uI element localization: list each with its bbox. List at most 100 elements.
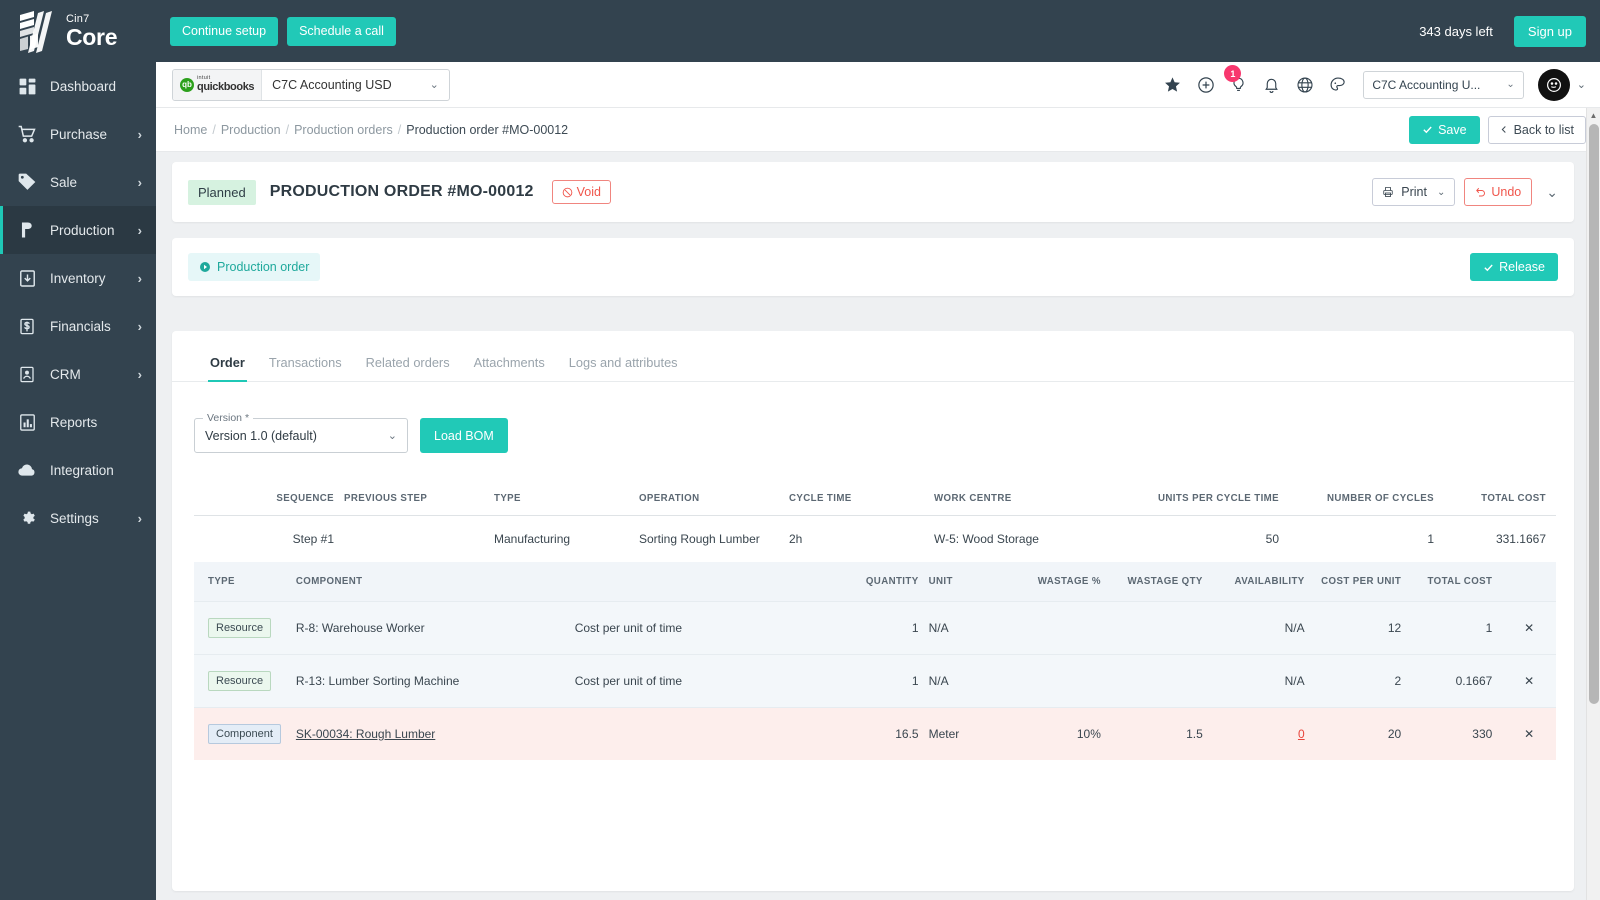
steps-table: SEQUENCE PREVIOUS STEP TYPE OPERATION CYCLE … <box>194 465 1556 562</box>
print-button-label: Print <box>1401 185 1427 199</box>
breadcrumb-link[interactable]: Production <box>221 123 281 137</box>
component-type-cell: Resource <box>194 654 296 708</box>
more-actions-chevron-down-icon[interactable]: ⌄ <box>1546 184 1558 201</box>
plus-circle-icon[interactable] <box>1196 75 1215 94</box>
quickbooks-account-selector[interactable]: qb intuit quickbooks C7C Accounting USD … <box>172 68 450 101</box>
load-bom-button[interactable]: Load BOM <box>420 418 508 453</box>
schedule-call-button[interactable]: Schedule a call <box>287 16 396 46</box>
remove-row-close-icon[interactable]: ✕ <box>1502 654 1556 708</box>
version-row: Version * Version 1.0 (default) ⌄ Load B… <box>172 382 1574 453</box>
breadcrumb-separator: / <box>397 122 402 137</box>
sidebar-item-inventory[interactable]: Inventory › <box>0 254 156 302</box>
organization-selector[interactable]: C7C Accounting U... ⌄ <box>1363 70 1524 99</box>
tab-transactions[interactable]: Transactions <box>257 355 354 381</box>
sidebar-item-label: CRM <box>50 366 81 382</box>
component-availability-cell: 0 <box>1212 707 1315 760</box>
steps-table-head: SEQUENCE PREVIOUS STEP TYPE OPERATION CYCLE … <box>194 465 1556 516</box>
quickbooks-logo-icon: qb intuit quickbooks <box>173 69 263 100</box>
table-row[interactable]: Step #1 Manufacturing Sorting Rough Lumber… <box>194 515 1556 562</box>
avatar-chevron-down-icon[interactable]: ⌄ <box>1577 78 1586 91</box>
cart-icon <box>16 123 38 145</box>
sidebar-nav-list: Dashboard Purchase › Sale › Production › Invent… <box>0 62 156 542</box>
version-select[interactable]: Version * Version 1.0 (default) ⌄ <box>194 412 408 453</box>
sidebar-item-financials[interactable]: Financials › <box>0 302 156 350</box>
component-name[interactable]: SK-00034: Rough Lumber <box>296 727 435 741</box>
scroll-up-arrow-icon[interactable]: ▲ <box>1587 108 1600 122</box>
breadcrumb-link[interactable]: Home <box>174 123 207 137</box>
component-availability-cell: N/A <box>1212 601 1315 655</box>
component-type-badge: Resource <box>208 671 272 691</box>
bell-icon[interactable] <box>1262 75 1281 94</box>
component-total-cost-cell: 330 <box>1411 707 1503 760</box>
palette-icon[interactable] <box>1328 75 1347 94</box>
production-icon <box>16 219 38 241</box>
app-root: Cin7 Core Dashboard Purchase › Sale › Product… <box>0 0 1600 900</box>
avatar[interactable] <box>1537 68 1570 101</box>
void-button[interactable]: Void <box>551 180 611 204</box>
lightbulb-icon[interactable]: 1 <box>1224 65 1248 94</box>
sidebar-item-dashboard[interactable]: Dashboard <box>0 62 156 110</box>
sign-up-button[interactable]: Sign up <box>1513 15 1586 47</box>
sidebar-item-integration[interactable]: Integration <box>0 446 156 494</box>
print-button[interactable]: Print ⌄ <box>1372 178 1456 206</box>
sidebar-item-sale[interactable]: Sale › <box>0 158 156 206</box>
remove-row-close-icon[interactable]: ✕ <box>1502 707 1556 760</box>
components-table-wrapper: TYPE COMPONENT QUANTITY UNIT WASTAGE % WASTAG… <box>172 562 1574 760</box>
sidebar-item-crm[interactable]: CRM › <box>0 350 156 398</box>
component-note-cell: Cost per unit of time <box>574 654 843 708</box>
component-wastage-pct-cell: 10% <box>1019 707 1111 760</box>
back-to-list-button[interactable]: Back to list <box>1487 115 1586 144</box>
sidebar-item-reports[interactable]: Reports <box>0 398 156 446</box>
star-icon[interactable] <box>1163 75 1182 94</box>
globe-icon[interactable] <box>1295 75 1314 94</box>
chevron-down-icon: ⌄ <box>1436 186 1446 198</box>
save-button[interactable]: Save <box>1409 115 1480 144</box>
chevron-down-icon: ⌄ <box>387 430 397 442</box>
chevron-right-icon: › <box>137 366 142 382</box>
table-row[interactable]: Component SK-00034: Rough Lumber 16.5 Meter… <box>194 707 1556 760</box>
trial-days-left: 343 days left <box>1419 23 1493 39</box>
release-button[interactable]: Release <box>1470 253 1558 281</box>
quickbooks-word-text: quickbooks <box>197 80 255 93</box>
steps-cell-number-of-cycles: 1 <box>1427 532 1434 546</box>
right-column: Continue setup Schedule a call 343 days … <box>156 0 1600 900</box>
version-value: Version 1.0 (default) <box>205 428 317 443</box>
cloud-icon <box>16 459 38 481</box>
table-row[interactable]: Resource R-8: Warehouse Worker Cost per un… <box>194 601 1556 655</box>
sidebar-item-purchase[interactable]: Purchase › <box>0 110 156 158</box>
tab-attachments[interactable]: Attachments <box>462 355 557 381</box>
tab-order[interactable]: Order <box>198 355 257 382</box>
components-column-header <box>574 562 843 602</box>
sidebar-item-label: Reports <box>50 414 98 430</box>
component-cost-per-unit-cell: 2 <box>1314 654 1412 708</box>
organization-value: C7C Accounting U... <box>1372 77 1481 92</box>
availability-value[interactable]: 0 <box>1298 727 1305 741</box>
stage-label: Production order <box>217 260 310 274</box>
vertical-scrollbar[interactable]: ▲ <box>1586 108 1600 900</box>
cin7-logo-icon <box>14 8 60 54</box>
remove-row-close-icon[interactable]: ✕ <box>1502 601 1556 655</box>
continue-setup-button[interactable]: Continue setup <box>170 16 279 46</box>
sidebar-item-production[interactable]: Production › <box>0 206 156 254</box>
chevron-right-icon: › <box>137 222 142 238</box>
production-order-stage-button[interactable]: Production order <box>188 253 321 281</box>
sidebar-item-label: Sale <box>50 174 78 190</box>
table-row[interactable]: Resource R-13: Lumber Sorting Machine Cost… <box>194 654 1556 708</box>
chevron-down-icon[interactable]: ⌄ <box>402 70 449 100</box>
tab-logs-and-attributes[interactable]: Logs and attributes <box>557 355 690 381</box>
steps-column-header: CYCLE TIME <box>789 465 934 516</box>
undo-button[interactable]: Undo <box>1464 178 1533 206</box>
scrollbar-thumb[interactable] <box>1589 124 1599 704</box>
brand-logo-block[interactable]: Cin7 Core <box>0 0 156 62</box>
steps-cell-cycle-time: 2h <box>789 532 803 546</box>
tab-related-orders[interactable]: Related orders <box>354 355 462 381</box>
brand-top-text: Cin7 <box>66 12 90 25</box>
sidebar-item-settings[interactable]: Settings › <box>0 494 156 542</box>
component-type-cell: Resource <box>194 601 296 655</box>
breadcrumb-link[interactable]: Production orders <box>294 123 393 137</box>
void-button-label: Void <box>576 185 601 199</box>
save-button-label: Save <box>1438 122 1467 137</box>
steps-header-row: SEQUENCE PREVIOUS STEP TYPE OPERATION CYCLE … <box>194 465 1556 516</box>
availability-value: N/A <box>1284 621 1305 635</box>
order-detail-card: Order Transactions Related orders Attachmen… <box>172 331 1574 891</box>
